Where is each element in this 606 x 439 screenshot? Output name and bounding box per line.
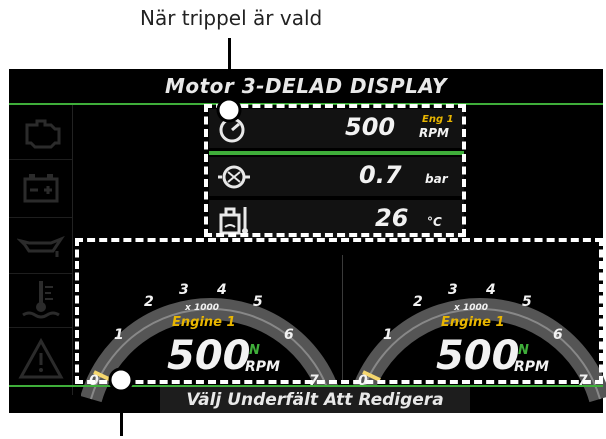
callout-marker-top — [216, 97, 242, 123]
battery-icon[interactable] — [17, 167, 65, 211]
callout-marker-bottom — [108, 367, 134, 393]
footer-prompt: Välj Underfält Att Redigera — [160, 387, 470, 413]
selection-outline-triple — [204, 104, 466, 237]
engine-icon[interactable] — [17, 111, 65, 155]
display-title: Motor 3-DELAD DISPLAY — [164, 74, 448, 98]
oil-can-icon[interactable] — [17, 223, 65, 267]
coolant-temp-icon[interactable] — [17, 277, 65, 321]
sidebar — [9, 105, 73, 395]
callout-label-top: När trippel är vald — [140, 6, 323, 30]
warning-triangle-icon[interactable] — [17, 337, 65, 381]
selection-outline-gauges — [75, 238, 603, 384]
display-title-bar: Motor 3-DELAD DISPLAY — [9, 69, 603, 105]
